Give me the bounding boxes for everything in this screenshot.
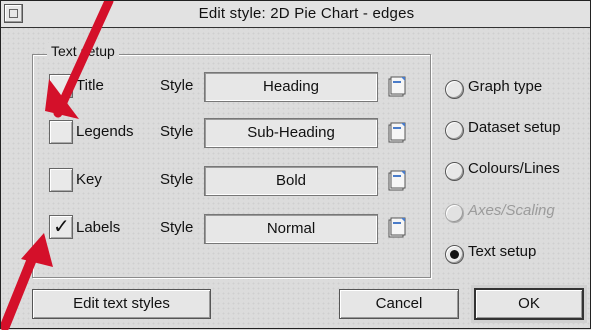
radio-label-graph-type[interactable]: Graph type: [468, 78, 542, 95]
cancel-button[interactable]: Cancel: [339, 289, 459, 319]
radio-axes-scaling: [445, 204, 464, 223]
radio-dataset-setup[interactable]: [445, 121, 464, 140]
checkmark-icon: ✓: [53, 216, 70, 238]
title-bar[interactable]: Edit style: 2D Pie Chart - edges: [1, 1, 590, 28]
row-label-labels: Labels: [76, 219, 121, 236]
row-label-title: Title: [76, 77, 104, 94]
key-checkbox[interactable]: [49, 168, 73, 192]
style-label: Style: [160, 77, 194, 94]
edit-style-dialog: Edit style: 2D Pie Chart - edges Text se…: [0, 0, 591, 330]
style-label: Style: [160, 171, 194, 188]
labels-style-menu-icon[interactable]: [387, 216, 409, 240]
style-label: Style: [160, 123, 194, 140]
legends-checkbox[interactable]: [49, 120, 73, 144]
radio-graph-type[interactable]: [445, 80, 464, 99]
edit-text-styles-button[interactable]: Edit text styles: [32, 289, 211, 319]
group-label: Text setup: [47, 43, 119, 59]
legends-style-field[interactable]: Sub-Heading: [204, 118, 378, 148]
ok-button[interactable]: OK: [474, 288, 584, 320]
radio-label-dataset-setup[interactable]: Dataset setup: [468, 119, 561, 136]
radio-label-text-setup[interactable]: Text setup: [468, 243, 536, 260]
labels-style-field[interactable]: Normal: [204, 214, 378, 244]
close-icon[interactable]: [4, 4, 23, 23]
radio-label-colours-lines[interactable]: Colours/Lines: [468, 160, 560, 177]
title-style-field[interactable]: Heading: [204, 72, 378, 102]
window-title: Edit style: 2D Pie Chart - edges: [198, 5, 415, 22]
labels-checkbox[interactable]: ✓: [49, 215, 73, 239]
key-style-field[interactable]: Bold: [204, 166, 378, 196]
key-style-menu-icon[interactable]: [387, 169, 409, 193]
radio-colours-lines[interactable]: [445, 162, 464, 181]
title-style-menu-icon[interactable]: [387, 75, 409, 99]
style-label: Style: [160, 219, 194, 236]
row-label-key: Key: [76, 171, 102, 188]
radio-label-axes-scaling: Axes/Scaling: [468, 202, 555, 219]
title-checkbox[interactable]: [49, 74, 73, 98]
legends-style-menu-icon[interactable]: [387, 121, 409, 145]
row-label-legends: Legends: [76, 123, 134, 140]
radio-text-setup[interactable]: [445, 245, 464, 264]
